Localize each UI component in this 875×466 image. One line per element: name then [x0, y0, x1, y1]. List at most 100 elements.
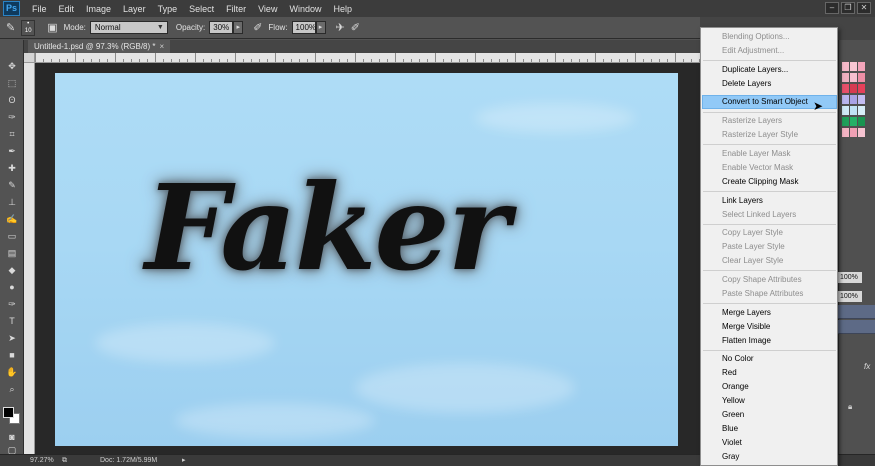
swatch[interactable] — [850, 95, 857, 104]
quick-mask-icon[interactable]: ◙ — [5, 431, 19, 443]
menu-item-red[interactable]: Red — [722, 367, 838, 379]
menu-item-enable-vector-mask[interactable]: Enable Vector Mask — [722, 162, 838, 174]
menu-item-edit-adjustment[interactable]: Edit Adjustment... — [722, 45, 838, 57]
swatch[interactable] — [842, 62, 849, 71]
shape-tool-icon[interactable]: ■ — [5, 349, 19, 361]
opacity-slider-toggle[interactable]: ▸ — [233, 21, 244, 34]
close-button[interactable]: ✕ — [857, 2, 871, 14]
menu-layer[interactable]: Layer — [117, 4, 152, 14]
menu-item-orange[interactable]: Orange — [722, 381, 838, 393]
swatch[interactable] — [842, 73, 849, 82]
clone-stamp-tool-icon[interactable]: ⊥ — [5, 196, 19, 208]
flow-field[interactable]: 100% — [291, 21, 316, 34]
lasso-tool-icon[interactable]: ʘ — [5, 94, 19, 106]
layer-row-selected[interactable] — [838, 305, 875, 319]
opacity-field[interactable]: 30% — [209, 21, 234, 34]
menu-item-enable-layer-mask[interactable]: Enable Layer Mask — [722, 148, 838, 160]
brush-tool-icon[interactable]: ✎ — [5, 179, 19, 191]
swatch[interactable] — [858, 84, 865, 93]
layer-opacity-field[interactable]: 100% — [838, 272, 862, 283]
swatch[interactable] — [858, 106, 865, 115]
menu-item-merge-visible[interactable]: Merge Visible — [722, 321, 838, 333]
status-menu-icon[interactable]: ⧉ — [62, 455, 67, 466]
menu-item-copy-layer-style[interactable]: Copy Layer Style — [722, 227, 838, 239]
brush-panel-toggle-icon[interactable]: ▣ — [47, 21, 57, 34]
marquee-tool-icon[interactable]: ⬚ — [5, 77, 19, 89]
close-tab-icon[interactable]: × — [160, 42, 165, 51]
menu-edit[interactable]: Edit — [53, 4, 81, 14]
restore-button[interactable]: ❐ — [841, 2, 855, 14]
swatch[interactable] — [842, 106, 849, 115]
layer-row-selected[interactable] — [838, 320, 875, 334]
dodge-tool-icon[interactable]: ● — [5, 281, 19, 293]
menu-item-delete-layers[interactable]: Delete Layers — [722, 78, 838, 90]
swatch[interactable] — [850, 62, 857, 71]
menu-item-blue[interactable]: Blue — [722, 423, 838, 435]
mode-select[interactable]: Normal ▼ — [89, 21, 168, 34]
menu-item-rasterize-layer-style[interactable]: Rasterize Layer Style — [722, 129, 838, 141]
menu-filter[interactable]: Filter — [220, 4, 252, 14]
hand-tool-icon[interactable]: ✋ — [5, 366, 19, 378]
menu-select[interactable]: Select — [183, 4, 220, 14]
menu-file[interactable]: File — [26, 4, 53, 14]
pressure-opacity-icon[interactable]: ✐ — [253, 21, 262, 34]
swatch[interactable] — [850, 73, 857, 82]
blur-tool-icon[interactable]: ◆ — [5, 264, 19, 276]
swatch[interactable] — [850, 84, 857, 93]
layer-effects-icon[interactable]: fx — [864, 362, 870, 371]
document-tab[interactable]: Untitled-1.psd @ 97.3% (RGB/8) * × — [28, 40, 171, 53]
swatch[interactable] — [842, 84, 849, 93]
menu-item-select-linked-layers[interactable]: Select Linked Layers — [722, 209, 838, 221]
move-tool-icon[interactable]: ✥ — [5, 60, 19, 72]
lock-icon[interactable]: 🔒︎ — [848, 402, 852, 412]
menu-help[interactable]: Help — [327, 4, 358, 14]
menu-item-create-clipping-mask[interactable]: Create Clipping Mask — [722, 176, 838, 188]
zoom-tool-icon[interactable]: ⌕ — [5, 383, 19, 395]
path-selection-tool-icon[interactable]: ➤ — [5, 332, 19, 344]
menu-item-clear-layer-style[interactable]: Clear Layer Style — [722, 255, 838, 267]
document-canvas[interactable]: Faker — [55, 73, 678, 446]
gradient-tool-icon[interactable]: ▤ — [5, 247, 19, 259]
menu-item-merge-layers[interactable]: Merge Layers — [722, 307, 838, 319]
menu-type[interactable]: Type — [152, 4, 184, 14]
brush-tool-icon[interactable]: ✎ — [6, 21, 15, 34]
menu-item-violet[interactable]: Violet — [722, 437, 838, 449]
minimize-button[interactable]: – — [825, 2, 839, 14]
swatch[interactable] — [850, 128, 857, 137]
swatch[interactable] — [858, 128, 865, 137]
zoom-level[interactable]: 97.27% — [30, 455, 54, 466]
foreground-color-swatch[interactable] — [3, 407, 14, 418]
history-brush-tool-icon[interactable]: ✍ — [5, 213, 19, 225]
swatch[interactable] — [842, 117, 849, 126]
swatch[interactable] — [858, 62, 865, 71]
layer-fill-field[interactable]: 100% — [838, 291, 862, 302]
crop-tool-icon[interactable]: ⌗ — [5, 128, 19, 140]
brush-preset-picker[interactable]: • 10 — [21, 19, 36, 36]
swatch[interactable] — [842, 95, 849, 104]
ruler-origin[interactable] — [24, 53, 35, 63]
menu-item-link-layers[interactable]: Link Layers — [722, 195, 838, 207]
menu-image[interactable]: Image — [80, 4, 117, 14]
airbrush-icon[interactable]: ✈ — [336, 21, 345, 34]
menu-item-gray[interactable]: Gray — [722, 451, 838, 463]
menu-item-rasterize-layers[interactable]: Rasterize Layers — [722, 115, 838, 127]
menu-item-paste-shape-attributes[interactable]: Paste Shape Attributes — [722, 288, 838, 300]
menu-item-flatten-image[interactable]: Flatten Image — [722, 335, 838, 347]
quick-select-tool-icon[interactable]: ✑ — [5, 111, 19, 123]
menu-item-no-color[interactable]: No Color — [722, 353, 838, 365]
horizontal-ruler[interactable] — [35, 53, 700, 63]
swatch[interactable] — [850, 117, 857, 126]
eraser-tool-icon[interactable]: ▭ — [5, 230, 19, 242]
pen-tool-icon[interactable]: ✑ — [5, 298, 19, 310]
menu-item-blending-options[interactable]: Blending Options... — [722, 31, 838, 43]
vertical-ruler[interactable] — [24, 63, 35, 454]
swatch[interactable] — [858, 117, 865, 126]
healing-brush-tool-icon[interactable]: ✚ — [5, 162, 19, 174]
menu-view[interactable]: View — [252, 4, 283, 14]
swatch[interactable] — [858, 73, 865, 82]
menu-item-copy-shape-attributes[interactable]: Copy Shape Attributes — [722, 274, 838, 286]
menu-item-green[interactable]: Green — [722, 409, 838, 421]
menu-item-paste-layer-style[interactable]: Paste Layer Style — [722, 241, 838, 253]
type-tool-icon[interactable]: T — [5, 315, 19, 327]
pressure-size-icon[interactable]: ✐ — [351, 21, 360, 34]
